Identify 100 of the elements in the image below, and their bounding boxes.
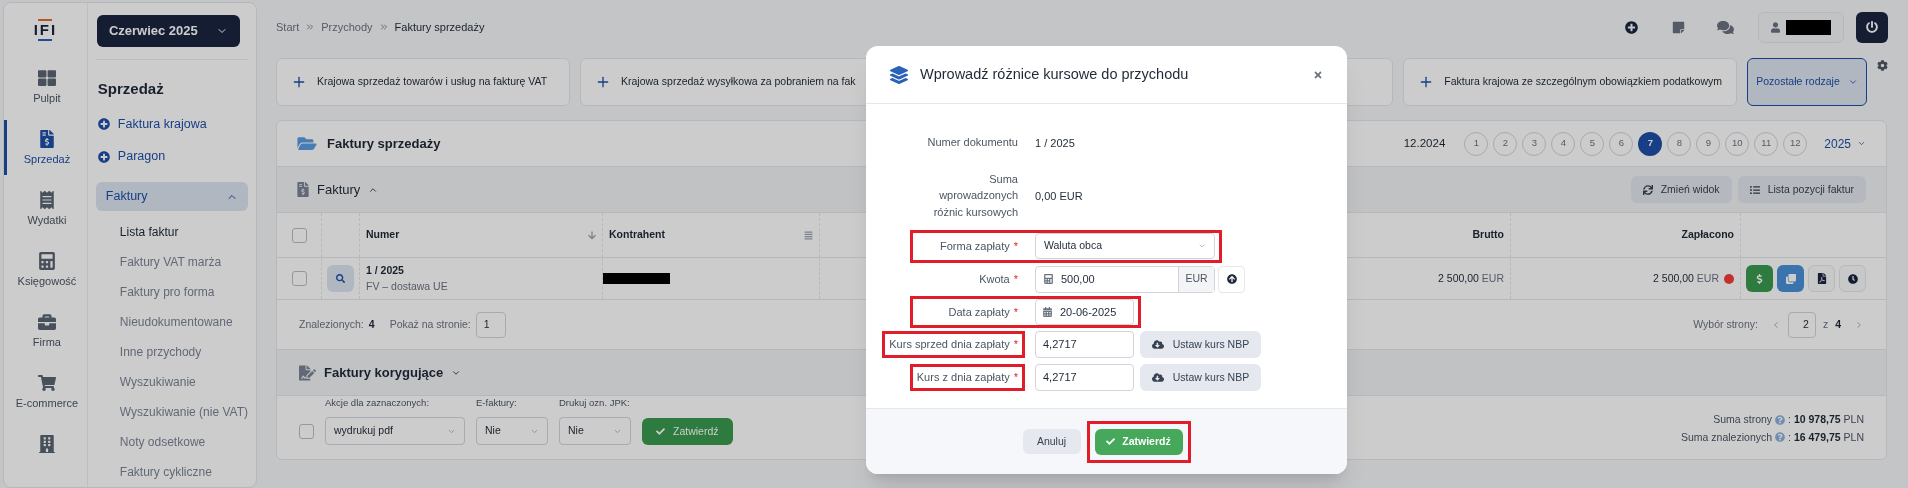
rail-item[interactable]: Sprzedaż xyxy=(4,120,87,175)
year-select[interactable]: 2025 xyxy=(1824,134,1866,153)
month-button[interactable]: Czerwiec 2025 xyxy=(96,15,240,47)
sort-arrow-icon[interactable] xyxy=(588,230,596,240)
breadcrumb-link[interactable]: Start xyxy=(276,18,300,36)
rail-item[interactable]: Firma xyxy=(4,303,87,358)
section-toggle[interactable]: Faktury xyxy=(297,179,379,200)
checkbox[interactable] xyxy=(291,271,307,286)
settings-icon[interactable] xyxy=(1877,60,1888,71)
menu-item[interactable]: Faktury pro forma xyxy=(119,284,248,301)
power-icon xyxy=(1866,21,1878,33)
form-value: 0,00 EUR xyxy=(1035,190,1083,203)
month-pill[interactable]: 7 xyxy=(1638,131,1663,156)
briefcase-icon xyxy=(37,313,56,331)
menu-item[interactable]: Inne przychody xyxy=(119,344,248,361)
upload-button[interactable] xyxy=(1218,265,1245,293)
layers-icon xyxy=(890,65,908,84)
per-page-field[interactable]: 1 xyxy=(475,311,506,338)
rail-item[interactable]: Pulpit xyxy=(4,59,87,114)
section-title: Sprzedaż xyxy=(97,79,165,99)
view-button[interactable]: Zmień widok xyxy=(1630,176,1732,203)
column-header[interactable]: Kontrahent xyxy=(609,227,665,243)
menu-item[interactable]: Faktury VAT marża xyxy=(119,254,248,271)
rate-field[interactable]: 4,2717 xyxy=(1035,364,1134,391)
gross-amount: 2 500,00 EUR xyxy=(1438,270,1504,286)
pdf-file-icon xyxy=(1816,273,1827,284)
select-field[interactable]: Nie xyxy=(559,417,631,446)
breadcrumb-link[interactable]: Faktury sprzedaży xyxy=(394,18,485,36)
menu-group[interactable]: Faktury xyxy=(95,182,248,211)
rail-item[interactable]: Księgowość xyxy=(4,242,87,297)
nbp-rate-button[interactable]: Ustaw kurs NBP xyxy=(1140,364,1261,391)
rate-field[interactable]: 4,2717 xyxy=(1035,331,1134,358)
plus-icon xyxy=(291,74,307,90)
note-icon[interactable] xyxy=(1672,20,1685,34)
menu-item[interactable]: Noty odsetkowe xyxy=(119,434,248,451)
help-icon[interactable] xyxy=(1775,414,1786,425)
menu-item[interactable]: Faktury cykliczne xyxy=(119,464,248,481)
confirm-button[interactable]: Zatwierdź xyxy=(642,418,733,446)
invoice-number: 1 / 2025 xyxy=(366,262,405,278)
logo[interactable]: IFI xyxy=(33,19,58,41)
card-title: Faktury sprzedaży xyxy=(327,134,441,153)
add-invoice-button[interactable]: Faktura krajowa ze szczególnym obowiązkiem podatkowym xyxy=(1403,58,1737,106)
list-icon xyxy=(1749,184,1760,195)
add-link[interactable]: Faktura krajowa xyxy=(97,114,248,134)
copy-icon xyxy=(1785,273,1796,284)
menu-item[interactable]: Lista faktur xyxy=(119,224,248,241)
menu-item[interactable]: Wyszukiwanie (nie VAT) xyxy=(119,404,248,421)
power-button[interactable] xyxy=(1856,11,1888,43)
found-count: 4 xyxy=(368,316,375,332)
view-button[interactable]: Lista pozycji faktur xyxy=(1737,176,1866,203)
add-icon[interactable] xyxy=(1625,20,1638,34)
clock-icon xyxy=(1847,273,1858,284)
more-types-button[interactable]: Pozostałe rodzaje xyxy=(1747,58,1867,106)
history-button[interactable] xyxy=(1839,265,1866,292)
cloud-download-icon xyxy=(1151,339,1164,350)
user-button[interactable] xyxy=(1758,11,1844,43)
calculator-icon xyxy=(37,252,56,270)
close-icon[interactable] xyxy=(1313,69,1323,80)
help-icon[interactable] xyxy=(1775,432,1786,443)
column-header[interactable]: Brutto xyxy=(1472,227,1504,243)
menu-item[interactable]: Nieudokumentowane xyxy=(119,314,248,331)
date-field[interactable]: 20-06-2025 xyxy=(1035,298,1134,325)
amount-field[interactable]: 500,00 EUR xyxy=(1035,265,1215,293)
section-toggle[interactable]: Faktury korygujące xyxy=(299,362,462,383)
payment-button[interactable] xyxy=(1746,265,1773,292)
payment-form-select[interactable]: Waluta obca xyxy=(1035,233,1215,260)
page-field[interactable]: 2 xyxy=(1787,311,1816,338)
column-header[interactable]: Zapłacono xyxy=(1681,227,1734,243)
breadcrumb-link[interactable]: Przychody xyxy=(321,18,373,36)
period-label: 12.2024 xyxy=(1403,135,1446,151)
rail-item[interactable]: Wydatki xyxy=(4,181,87,236)
checkbox[interactable] xyxy=(291,227,307,243)
calculator-icon xyxy=(1044,274,1053,284)
cancel-button[interactable]: Anuluj xyxy=(1022,429,1081,454)
folder-icon xyxy=(297,135,317,152)
select-field[interactable]: wydrukuj pdf xyxy=(325,417,465,446)
breadcrumb-separator-icon xyxy=(378,22,389,32)
page-of-label: z xyxy=(1822,316,1829,332)
cart-icon xyxy=(37,374,56,392)
plus-icon xyxy=(595,74,611,90)
add-link[interactable]: Paragon xyxy=(97,147,248,166)
lines-icon[interactable] xyxy=(804,230,813,240)
checkbox[interactable] xyxy=(299,423,314,439)
refresh-icon xyxy=(1642,184,1653,195)
search-button[interactable] xyxy=(327,265,354,292)
chat-icon[interactable] xyxy=(1717,19,1734,35)
select-field[interactable]: Nie xyxy=(476,417,548,446)
pdf-button[interactable] xyxy=(1808,265,1835,292)
field-label: E-faktury: xyxy=(476,396,518,410)
page-label: Wybór strony: xyxy=(1693,316,1758,332)
building-icon xyxy=(37,435,56,453)
add-invoice-button[interactable]: Krajowa sprzedaż towarów i usług na fakturę VAT xyxy=(276,58,570,106)
menu-item[interactable]: Wyszukiwanie xyxy=(119,374,248,391)
file-pen-icon xyxy=(299,364,316,381)
dialog-title: Wprowadź różnice kursowe do przychodu xyxy=(920,64,1189,84)
user-icon xyxy=(1771,21,1780,33)
rail-item[interactable]: E-commerce xyxy=(4,364,87,419)
column-header[interactable]: Numer xyxy=(366,227,400,243)
invoice-type: FV – dostawa UE xyxy=(366,278,449,294)
nbp-rate-button[interactable]: Ustaw kurs NBP xyxy=(1140,331,1261,358)
